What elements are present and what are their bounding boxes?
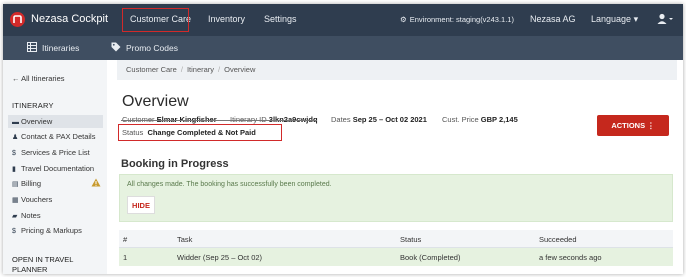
page-title: Overview	[122, 93, 189, 110]
user-icon	[657, 13, 673, 24]
strike-line	[121, 120, 317, 121]
row-task: Widder (Sep 25 – Oct 02)	[177, 253, 263, 262]
sidebar-item-contact-pax[interactable]: ♟ Contact & PAX Details	[12, 130, 107, 143]
hide-button[interactable]: HIDE	[127, 196, 155, 214]
top-navbar: Nezasa Cockpit Customer Care Inventory S…	[3, 4, 683, 36]
dates-value: Sep 25 – Oct 02 2021	[352, 115, 427, 124]
sidebar-item-label: Notes	[21, 211, 41, 220]
sidebar-item-label: Contact & PAX Details	[21, 132, 96, 141]
open-in-travel-planner-heading: OPEN IN TRAVEL PLANNER	[12, 255, 74, 274]
booking-section-title: Booking in Progress	[121, 158, 229, 170]
row-status: Book (Completed)	[400, 253, 461, 262]
breadcrumb-overview: Overview	[224, 65, 256, 74]
language-label: Language	[591, 14, 632, 24]
breadcrumb-itinerary[interactable]: Itinerary	[187, 65, 214, 74]
table-header: # Task Status Succeeded	[119, 230, 673, 248]
sidebar-item-overview[interactable]: ▬ Overview	[8, 115, 103, 128]
row-succeeded: a few seconds ago	[539, 253, 602, 262]
brand-name[interactable]: Nezasa Cockpit	[31, 13, 108, 25]
column-header-number: #	[123, 235, 128, 244]
sidebar-item-label: Overview	[21, 117, 53, 126]
environment-label: Environment: staging(v243.1.1)	[409, 15, 514, 24]
sidebar: ← All Itineraries ITINERARY ▬ Overview ♟ C…	[3, 60, 107, 274]
grid-icon: ▦	[12, 197, 19, 204]
briefcase-icon: ▬	[12, 119, 19, 126]
sidebar-item-label: Vouchers	[21, 195, 53, 204]
sidebar-item-travel-docs[interactable]: ▮ Travel Documentation	[12, 162, 107, 175]
price-label: Cust. Price	[442, 115, 479, 124]
tab-promo-codes[interactable]: Promo Codes	[126, 43, 178, 53]
secondary-navbar: Itineraries Promo Codes	[3, 36, 683, 60]
user-menu[interactable]	[657, 13, 673, 27]
sidebar-item-services[interactable]: $ Services & Price List	[12, 146, 107, 159]
all-itineraries-link[interactable]: ← All Itineraries	[12, 74, 65, 83]
sidebar-item-label: Travel Documentation	[21, 164, 95, 173]
column-header-succeeded: Succeeded	[539, 235, 577, 244]
breadcrumb: Customer Care / Itinerary / Overview	[117, 60, 677, 80]
dates-label: Dates	[331, 115, 351, 124]
success-alert: All changes made. The booking has succes…	[119, 174, 673, 222]
nav-inventory[interactable]: Inventory	[208, 14, 245, 24]
sidebar-item-notes[interactable]: ▰ Notes	[12, 209, 107, 222]
tag-icon	[111, 42, 121, 52]
gear-icon: ⚙	[400, 15, 407, 24]
nezasa-logo-icon[interactable]	[10, 12, 25, 27]
dollar-icon: $	[12, 150, 16, 157]
dollar-icon: $	[12, 228, 16, 235]
table-icon	[27, 42, 37, 52]
person-icon: ♟	[12, 134, 19, 141]
sidebar-item-label: Services & Price List	[21, 148, 90, 157]
customer-care-highlight	[122, 8, 189, 32]
column-header-status: Status	[400, 235, 422, 244]
itinerary-heading: ITINERARY	[12, 101, 54, 110]
company-menu[interactable]: Nezasa AG	[530, 14, 576, 24]
warning-icon	[91, 178, 101, 187]
status-highlight	[118, 124, 282, 141]
price-meta: Cust. Price GBP 2,145	[442, 115, 518, 124]
alert-message: All changes made. The booking has succes…	[127, 181, 332, 188]
breadcrumb-separator: /	[218, 65, 221, 74]
caret-down-icon: ▾	[633, 14, 639, 24]
breadcrumb-customer-care[interactable]: Customer Care	[126, 65, 177, 74]
sidebar-item-label: Pricing & Markups	[21, 226, 82, 235]
row-number: 1	[123, 253, 128, 262]
dates-meta: Dates Sep 25 – Oct 02 2021	[331, 115, 427, 124]
actions-button[interactable]: ACTIONS ⋮	[597, 115, 669, 136]
tab-itineraries[interactable]: Itineraries	[42, 43, 79, 53]
language-menu[interactable]: Language ▾	[591, 14, 638, 25]
breadcrumb-separator: /	[180, 65, 183, 74]
table-row: 1 Widder (Sep 25 – Oct 02) Book (Complet…	[119, 248, 673, 266]
app-window: Nezasa Cockpit Customer Care Inventory S…	[3, 4, 683, 274]
booking-table: # Task Status Succeeded 1 Widder (Sep 25…	[119, 230, 673, 266]
column-header-task: Task	[177, 235, 193, 244]
nav-settings[interactable]: Settings	[264, 14, 297, 24]
billing-icon: ▤	[12, 181, 19, 188]
environment-indicator: ⚙ Environment: staging(v243.1.1)	[400, 15, 514, 24]
sidebar-item-label: Billing	[21, 179, 42, 188]
arrow-left-icon: ←	[12, 74, 20, 83]
all-itineraries-label: All Itineraries	[21, 74, 65, 83]
sidebar-item-pricing[interactable]: $ Pricing & Markups	[12, 224, 107, 237]
document-icon: ▮	[12, 166, 16, 173]
price-value: GBP 2,145	[480, 115, 518, 124]
comment-icon: ▰	[12, 213, 18, 220]
sidebar-item-vouchers[interactable]: ▦ Vouchers	[12, 193, 107, 206]
